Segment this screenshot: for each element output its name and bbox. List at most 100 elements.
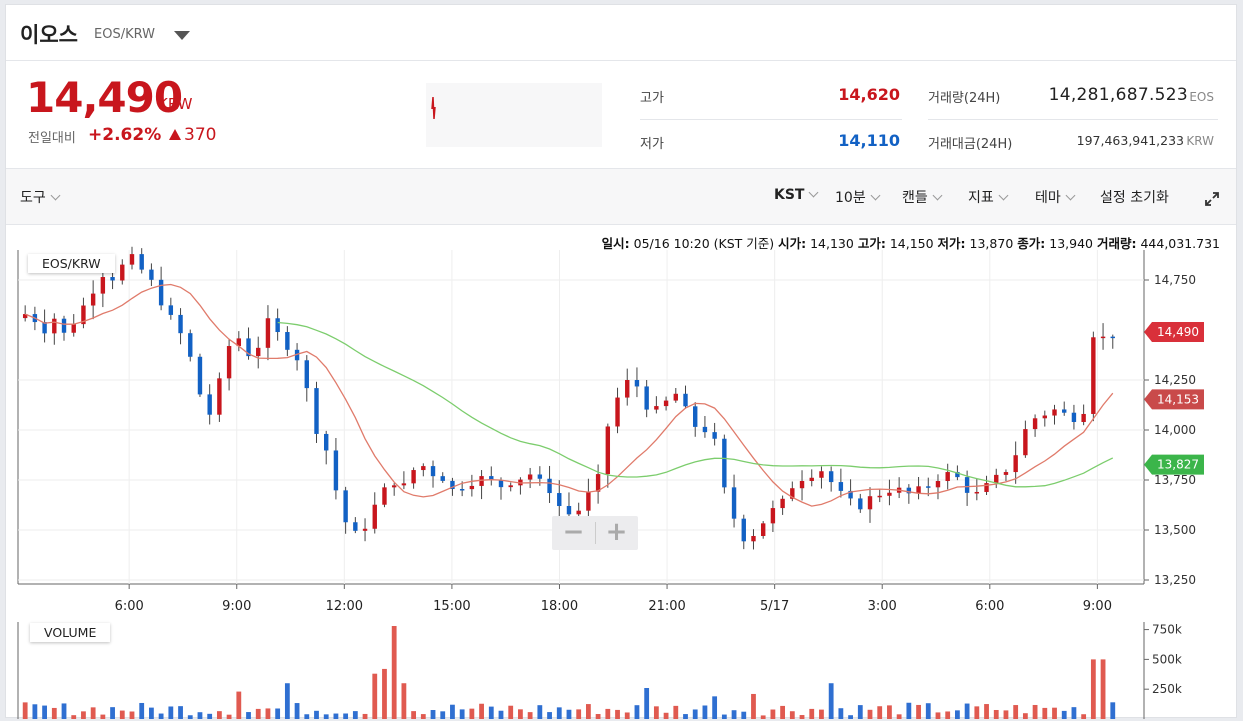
chart-area[interactable]: 14,750 14,250 14,000 13,750 13,500 13,250 6:00… xyxy=(6,226,1238,719)
fullscreen-icon[interactable] xyxy=(1204,191,1220,207)
candle-body xyxy=(168,305,174,315)
time-tick-label: 9:00 xyxy=(222,599,251,614)
interval-menu[interactable]: 10분 xyxy=(835,187,881,207)
chevron-down-icon xyxy=(809,187,819,198)
candle-body xyxy=(683,393,688,407)
volume-bar xyxy=(51,707,57,719)
candle-body xyxy=(537,474,543,479)
volume-bar xyxy=(304,714,310,719)
volume-bar xyxy=(615,709,620,719)
candle-body xyxy=(158,279,164,306)
volume-bar xyxy=(925,703,931,719)
value-24h-unit: KRW xyxy=(1186,134,1214,148)
candle-body xyxy=(828,471,834,483)
candle-body xyxy=(100,277,106,294)
volume-bar xyxy=(488,706,494,719)
volume-bar xyxy=(149,707,154,719)
volume-bar xyxy=(1013,705,1019,719)
candle-body xyxy=(1081,413,1086,422)
volume-bar xyxy=(1071,707,1077,719)
indicator-menu[interactable]: 지표 xyxy=(968,187,1009,207)
volume-bar xyxy=(673,705,679,719)
price-unit: KRW xyxy=(158,95,193,113)
change-amount: 370 xyxy=(184,125,217,145)
volume-bar xyxy=(848,715,853,719)
reset-settings-button[interactable]: 설정 초기화 xyxy=(1100,187,1169,207)
price-tick-label: 13,500 xyxy=(1154,523,1196,537)
candle-body xyxy=(945,472,950,482)
info-open: 14,130 xyxy=(810,236,854,251)
candle-body xyxy=(702,426,708,433)
volume-bar xyxy=(1100,659,1106,719)
price-chart-svg[interactable]: 14,750 14,250 14,000 13,750 13,500 13,250 6:00… xyxy=(6,226,1238,719)
volume-bar xyxy=(838,708,844,719)
theme-label: 테마 xyxy=(1035,190,1061,206)
candle-body xyxy=(926,486,931,488)
volume-bar xyxy=(644,688,650,719)
info-high-label: 고가: xyxy=(857,236,886,251)
candle-body xyxy=(984,483,989,492)
candle-body xyxy=(139,254,144,270)
chevron-down-icon[interactable] xyxy=(174,31,190,40)
candle-body xyxy=(858,498,863,510)
volume-bar xyxy=(372,673,378,719)
candle-body xyxy=(440,476,445,481)
volume-bar xyxy=(634,705,640,719)
candle-body xyxy=(557,493,562,507)
volume-bar xyxy=(1042,707,1048,719)
high-value: 14,620 xyxy=(838,85,900,104)
candle-body xyxy=(838,482,844,491)
crosshair-info: 일시: 05/16 10:20 (KST 기준) 시가: 14,130 고가: … xyxy=(602,233,1220,252)
triangle-up-icon xyxy=(169,129,181,140)
volume-bar xyxy=(216,711,222,719)
volume-bar xyxy=(440,711,446,719)
tools-menu[interactable]: 도구 xyxy=(20,187,61,207)
candle-body xyxy=(1032,418,1038,430)
candle-body xyxy=(52,318,57,334)
candle-body xyxy=(731,487,737,519)
candle-body xyxy=(149,269,154,280)
volume-bar xyxy=(799,715,805,719)
volume-bar xyxy=(809,708,815,719)
chart-type-menu[interactable]: 캔들 xyxy=(902,187,943,207)
volume-bar xyxy=(459,709,465,719)
volume-24h-value: 14,281,687.523 xyxy=(1048,85,1188,105)
chart-toolbar: 도구 KST 10분 캔들 지표 테마 설정 초기화 xyxy=(6,169,1236,225)
zoom-out-button[interactable]: − xyxy=(552,516,595,550)
change-percent: +2.62% xyxy=(88,125,162,145)
value-24h-label: 거래대금(24H) xyxy=(928,137,1013,152)
candle-body xyxy=(120,264,125,281)
theme-menu[interactable]: 테마 xyxy=(1035,187,1076,207)
volume-bar xyxy=(168,706,174,719)
candle-body xyxy=(207,394,212,415)
volume-bar xyxy=(760,715,766,719)
candle-body xyxy=(547,478,552,494)
zoom-in-button[interactable]: + xyxy=(595,516,638,550)
volume-bar xyxy=(1052,707,1057,719)
volume-tick-label: 750k xyxy=(1152,623,1182,637)
candle-body xyxy=(1052,409,1057,416)
candle-body xyxy=(71,324,76,333)
volume-bar xyxy=(527,712,533,719)
price-tag-label: 14,153 xyxy=(1157,392,1199,406)
time-tick-label: 6:00 xyxy=(115,599,144,614)
candle-body xyxy=(760,523,766,536)
time-tick-label: 6:00 xyxy=(975,599,1004,614)
candle-body xyxy=(722,438,727,488)
candle-body xyxy=(751,535,756,542)
tools-label: 도구 xyxy=(20,190,46,206)
time-tick-label: 5/17 xyxy=(760,599,789,614)
chevron-down-icon xyxy=(50,190,61,201)
time-tick-label: 3:00 xyxy=(868,599,897,614)
volume-bar xyxy=(197,712,203,719)
candle-body xyxy=(741,518,746,542)
info-date: 05/16 10:20 (KST 기준) xyxy=(633,236,775,251)
volume-bar xyxy=(595,714,601,719)
timezone-menu[interactable]: KST xyxy=(774,187,819,203)
volume-bar xyxy=(508,705,514,719)
volume-badge: VOLUME xyxy=(30,623,111,642)
candle-body xyxy=(576,510,581,515)
volume-bar xyxy=(1032,704,1038,719)
volume-bar xyxy=(22,702,28,719)
candle-body xyxy=(430,466,436,477)
